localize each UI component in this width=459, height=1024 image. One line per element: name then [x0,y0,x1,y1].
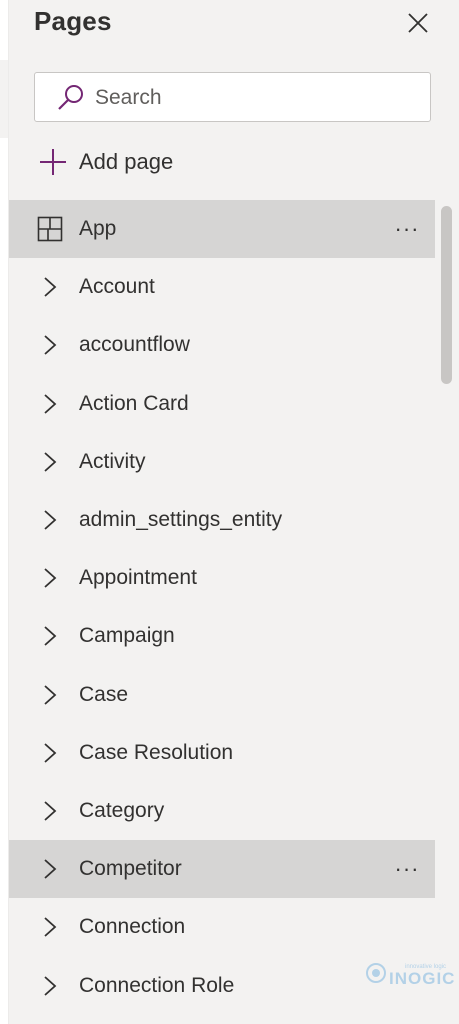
page-item-case-resolution[interactable]: Case Resolution [9,724,435,782]
chevron-right-icon[interactable] [35,621,65,651]
page-item-label: Activity [79,449,146,473]
plus-icon [40,149,66,175]
page-item-label: Category [79,798,165,822]
page-item-admin-settings-entity[interactable]: admin_settings_entity [9,491,435,549]
page-item-label: App [79,217,117,241]
chevron-right-icon[interactable] [35,505,65,535]
chevron-right-icon[interactable] [35,680,65,710]
chevron-right-icon[interactable] [35,272,65,302]
app-frame: Pages Add page [0,0,459,1024]
page-item-label: Competitor [79,857,182,881]
chevron-right-icon[interactable] [35,796,65,826]
page-item-label: Action Card [79,391,189,415]
page-item-label: Case [79,682,129,706]
pages-panel: Pages Add page [9,0,459,1024]
search-input[interactable] [93,79,417,117]
more-options-button[interactable]: ··· [389,854,425,884]
chevron-right-icon[interactable] [35,912,65,942]
page-item-accountflow[interactable]: accountflow [9,316,435,374]
page-item-connection[interactable]: Connection [9,898,435,956]
inogic-watermark: innovative logic INOGIC [365,958,455,994]
pages-list: App ··· Account accountflow Action Card … [9,200,435,1015]
page-item-category[interactable]: Category [9,782,435,840]
page-item-label: Connection [79,915,186,939]
search-icon [58,85,83,110]
layout-icon [35,214,65,244]
add-page-label: Add page [79,149,174,174]
page-item-campaign[interactable]: Campaign [9,607,435,665]
watermark-brand: INOGIC [389,969,456,988]
chevron-right-icon[interactable] [35,738,65,768]
page-item-label: Account [79,275,155,299]
page-item-label: accountflow [79,333,190,357]
page-item-label: Appointment [79,566,197,590]
panel-title: Pages [34,6,112,36]
search-box[interactable] [34,72,431,122]
chevron-right-icon[interactable] [35,389,65,419]
inogic-logo-icon [366,963,386,983]
page-item-label: Case Resolution [79,740,234,764]
chevron-right-icon[interactable] [35,563,65,593]
list-scrollbar[interactable] [435,200,459,1024]
chevron-right-icon[interactable] [35,854,65,884]
close-button[interactable] [401,6,435,40]
add-page-button[interactable]: Add page [37,142,173,182]
page-item-app[interactable]: App ··· [9,200,435,259]
left-canvas-notch [0,60,8,138]
page-item-appointment[interactable]: Appointment [9,549,435,607]
left-canvas-edge [0,0,9,1024]
page-item-label: Connection Role [79,973,235,997]
page-item-label: admin_settings_entity [79,508,283,532]
page-item-label: Campaign [79,624,175,648]
chevron-right-icon[interactable] [35,330,65,360]
page-item-account[interactable]: Account [9,258,435,316]
chevron-right-icon[interactable] [35,447,65,477]
chevron-right-icon[interactable] [35,971,65,1001]
page-item-activity[interactable]: Activity [9,433,435,491]
page-item-case[interactable]: Case [9,666,435,724]
more-options-button[interactable]: ··· [389,214,425,244]
page-item-action-card[interactable]: Action Card [9,375,435,433]
page-item-competitor[interactable]: Competitor ··· [9,840,435,899]
scrollbar-thumb[interactable] [441,206,452,384]
close-icon [408,13,428,33]
